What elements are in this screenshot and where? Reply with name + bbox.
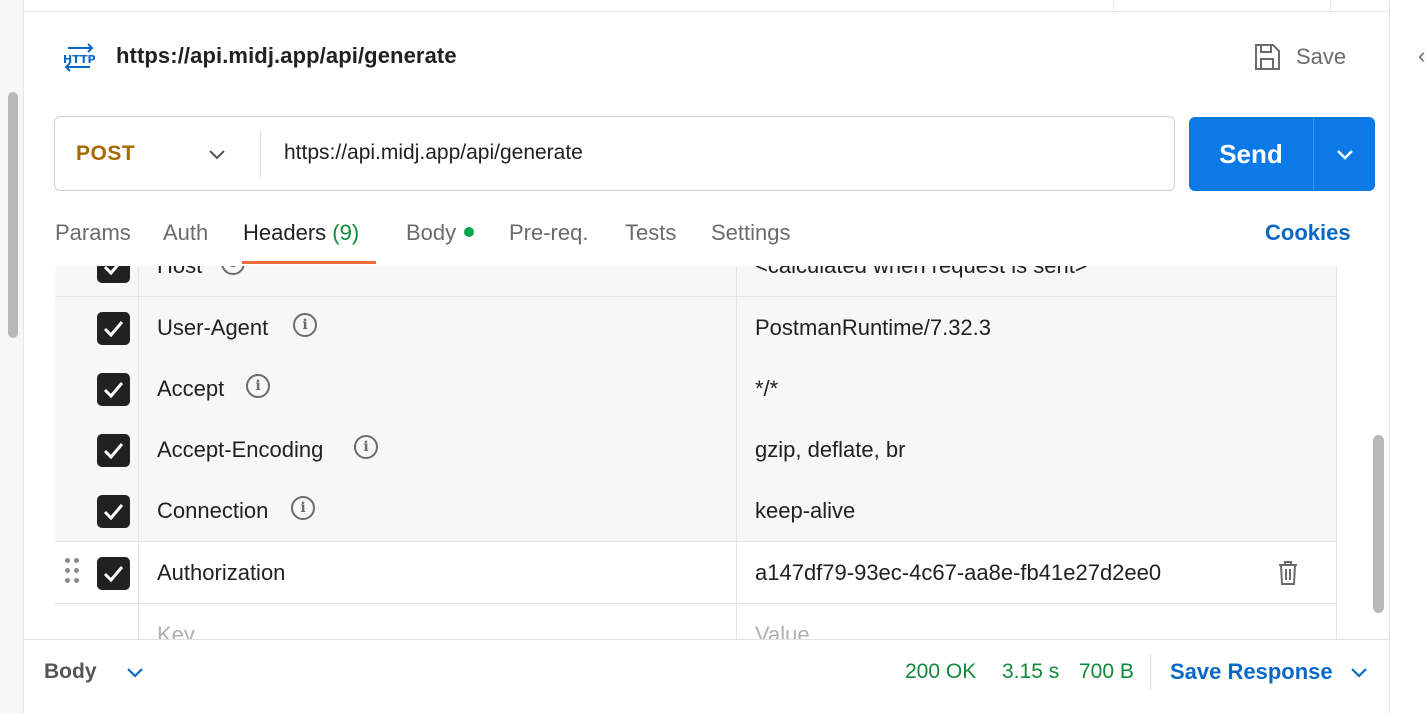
tab-auth[interactable]: Auth [163, 220, 208, 266]
header-value: keep-alive [755, 498, 856, 523]
tab-headers[interactable]: Headers (9) [243, 220, 359, 266]
save-icon [1255, 44, 1280, 70]
table-row: Authorization a147df79-93ec-4c67-aa8e-fb… [55, 542, 1337, 604]
response-body-toggle[interactable]: Body [44, 660, 145, 684]
send-button-group: Send [1189, 117, 1375, 191]
header-value: <calculated when request is sent> [755, 266, 1088, 279]
table-row: User-Agent i PostmanRuntime/7.32.3 [55, 297, 1337, 359]
body-indicator-dot [464, 227, 475, 237]
header-key: Accept-Encoding [157, 437, 324, 462]
header-key: Accept [157, 376, 225, 401]
info-icon[interactable]: i [246, 374, 270, 398]
send-button[interactable]: Send [1189, 117, 1313, 191]
table-row-new: Key Value [55, 604, 1337, 639]
header-value[interactable]: a147df79-93ec-4c67-aa8e-fb41e27d2ee0 [755, 560, 1161, 586]
tab-headers-label: Headers [243, 220, 327, 245]
chevron-down-icon [1336, 150, 1353, 160]
headers-count: (9) [332, 220, 360, 245]
header-checkbox[interactable] [97, 557, 130, 590]
tab-divider [1113, 0, 1114, 12]
header-key: User-Agent [157, 315, 269, 340]
save-response-button[interactable]: Save Response [1170, 659, 1369, 685]
new-key-input[interactable]: Key [157, 622, 195, 639]
save-response-label: Save Response [1170, 659, 1333, 684]
save-button[interactable]: Save [1252, 40, 1346, 74]
right-side-panel [1389, 0, 1427, 714]
header-value: */* [755, 376, 779, 401]
header-value: PostmanRuntime/7.32.3 [755, 315, 992, 340]
header-checkbox[interactable] [97, 434, 130, 467]
http-icon: HTTP [62, 42, 96, 72]
top-tab-strip [24, 0, 1389, 12]
info-icon[interactable]: i [293, 313, 317, 337]
tab-params[interactable]: Params [55, 220, 131, 266]
tab-body[interactable]: Body [406, 220, 475, 266]
url-input[interactable] [284, 137, 1154, 169]
header-checkbox[interactable] [97, 312, 130, 345]
table-row: Connection i keep-alive [55, 480, 1337, 542]
method-label: POST [76, 141, 136, 165]
tab-pre-request[interactable]: Pre-req. [509, 220, 588, 266]
headers-scrollbar[interactable] [1373, 435, 1384, 613]
tab-divider [1330, 0, 1331, 12]
info-icon[interactable]: i [221, 266, 245, 275]
new-value-input[interactable]: Value [755, 622, 810, 639]
info-icon[interactable]: i [291, 496, 315, 520]
response-body-label: Body [44, 660, 97, 683]
request-title[interactable]: https://api.midj.app/api/generate [116, 43, 457, 69]
divider [1150, 654, 1151, 690]
chevron-left-icon[interactable]: ‹ [1418, 44, 1427, 68]
table-row: Accept i */* [55, 358, 1337, 420]
header-checkbox[interactable] [97, 266, 130, 283]
header-key: Host [157, 266, 202, 279]
save-label: Save [1296, 44, 1347, 69]
header-key[interactable]: Authorization [157, 560, 285, 586]
status-code[interactable]: 200 OK [905, 660, 976, 684]
response-time[interactable]: 3.15 s [1002, 660, 1059, 684]
header-value: gzip, deflate, br [755, 437, 906, 462]
trash-icon[interactable] [1276, 559, 1300, 587]
header-checkbox[interactable] [97, 495, 130, 528]
headers-table: Host i <calculated when request is sent>… [55, 266, 1338, 639]
chevron-down-icon [126, 668, 143, 678]
divider [260, 131, 261, 177]
drag-handle-icon[interactable] [65, 558, 81, 588]
info-icon[interactable]: i [354, 435, 378, 459]
header-checkbox[interactable] [97, 373, 130, 406]
method-select[interactable]: POST [55, 117, 261, 190]
response-bar: Body 200 OK 3.15 s 700 B Save Response [24, 639, 1389, 714]
cookies-link[interactable]: Cookies [1265, 220, 1351, 246]
chevron-down-icon [1350, 668, 1367, 678]
send-options-button[interactable] [1314, 117, 1375, 191]
active-tab-indicator [242, 261, 376, 264]
left-scrollbar[interactable] [8, 92, 18, 338]
chevron-down-icon[interactable] [206, 143, 228, 165]
tab-tests[interactable]: Tests [625, 220, 676, 266]
url-bar: POST [54, 116, 1175, 191]
table-row: Host i <calculated when request is sent> [55, 266, 1337, 297]
tab-settings[interactable]: Settings [711, 220, 791, 266]
response-size[interactable]: 700 B [1079, 660, 1134, 684]
table-row: Accept-Encoding i gzip, deflate, br [55, 419, 1337, 481]
header-key: Connection [157, 498, 269, 523]
tab-body-label: Body [406, 220, 457, 245]
